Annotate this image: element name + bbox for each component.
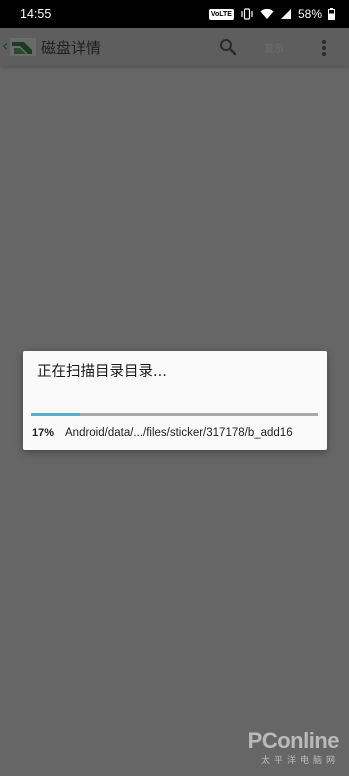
vibrate-icon	[240, 8, 254, 20]
current-scan-path: Android/data/.../files/sticker/317178/b_…	[65, 427, 293, 439]
wifi-icon	[260, 8, 274, 20]
watermark-subtitle: 太平洋电脑网	[260, 756, 339, 766]
status-bar: 14:55 VoLTE 58%	[0, 0, 349, 28]
back-chevron-icon[interactable]: ‹	[2, 38, 8, 54]
overflow-menu-icon[interactable]	[320, 38, 328, 58]
watermark: PConline 太平洋电脑网	[247, 728, 340, 766]
progress-percent: 17%	[32, 427, 55, 439]
battery-percent: 58%	[297, 7, 322, 21]
progress-bar-fill	[31, 413, 80, 416]
dialog-title: 正在扫描目录目录...	[37, 364, 167, 380]
battery-icon	[328, 8, 335, 20]
app-bar: ‹ 磁盘详情 显示	[0, 28, 349, 66]
progress-bar	[31, 413, 318, 416]
watermark-brand: PConline	[247, 728, 340, 753]
display-button[interactable]: 显示	[264, 40, 284, 55]
status-icons: VoLTE 58%	[208, 6, 335, 22]
app-logo-icon[interactable]	[10, 36, 36, 58]
screen: 14:55 VoLTE 58% ‹ 磁盘详情 显示 正在扫描目录目录... 17…	[0, 0, 349, 776]
volte-badge: VoLTE	[208, 8, 234, 20]
scan-progress-dialog: 正在扫描目录目录... 17% Android/data/.../files/s…	[23, 351, 327, 450]
status-time: 14:55	[20, 7, 52, 21]
signal-icon	[280, 8, 292, 20]
page-title: 磁盘详情	[41, 39, 102, 57]
search-icon[interactable]	[219, 38, 237, 56]
